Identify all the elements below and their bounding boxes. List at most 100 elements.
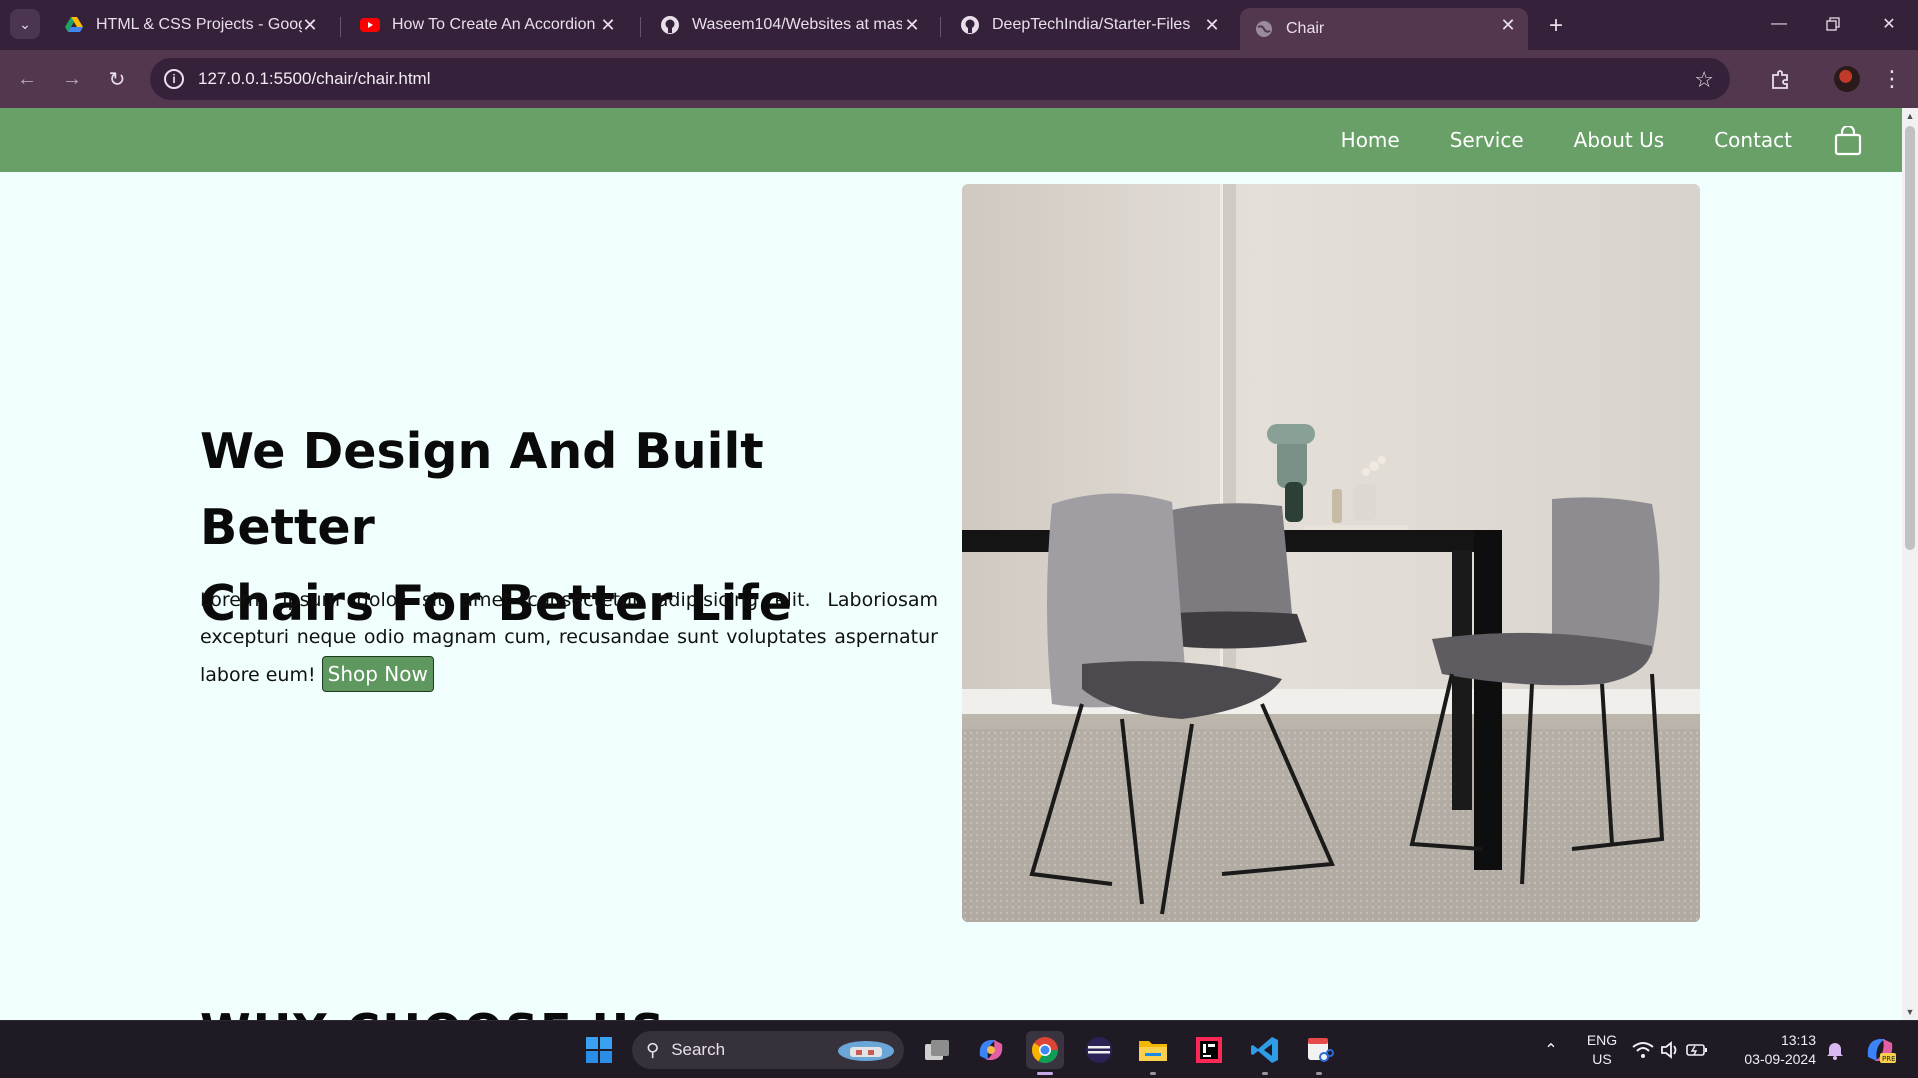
scroll-down-arrow-icon[interactable]: ▼ (1902, 1004, 1918, 1020)
nav-link-about-us[interactable]: About Us (1574, 128, 1665, 152)
clock-time: 13:13 (1780, 1032, 1816, 1048)
puzzle-icon (1772, 70, 1788, 89)
github-icon (660, 15, 680, 35)
tab-youtube[interactable]: How To Create An Accordions In ✕ (346, 8, 628, 42)
shopping-bag-icon[interactable] (1834, 126, 1862, 156)
snipping-tool-button[interactable] (1300, 1031, 1338, 1075)
running-indicator (1316, 1072, 1322, 1075)
show-hidden-icons-button[interactable]: ⌃ (1536, 1031, 1566, 1069)
minimize-icon: — (1771, 15, 1787, 32)
section-heading-why-choose-us: WHY CHOOSE US (200, 1004, 666, 1020)
close-window-button[interactable]: ✕ (1866, 8, 1912, 40)
reload-button[interactable]: ↻ (102, 64, 132, 94)
close-icon[interactable]: ✕ (598, 15, 618, 35)
google-drive-icon (64, 15, 84, 35)
taskbar-search-placeholder: Search (671, 1040, 726, 1059)
globe-icon (1254, 19, 1274, 39)
vscode-taskbar-button[interactable] (1246, 1031, 1284, 1075)
task-view-button[interactable] (918, 1031, 956, 1069)
intellij-icon (1196, 1037, 1222, 1063)
language-code: ENG (1586, 1032, 1618, 1048)
nav-link-contact[interactable]: Contact (1714, 128, 1792, 152)
tab-bar: ⌄ HTML & CSS Projects - Google ✕ How To … (0, 0, 1918, 50)
taskbar-search[interactable]: ⚲ Search (632, 1031, 904, 1069)
quick-settings-button[interactable] (1630, 1031, 1710, 1069)
search-highlight-illustration (838, 1041, 894, 1061)
chrome-taskbar-button[interactable] (1026, 1031, 1064, 1075)
scrollbar-thumb[interactable] (1905, 126, 1915, 550)
file-explorer-button[interactable] (1134, 1031, 1172, 1075)
nav-link-home[interactable]: Home (1341, 128, 1400, 152)
running-indicator (1262, 1072, 1268, 1075)
battery-icon (1686, 1044, 1707, 1056)
hero-text: Lorem, ipsum dolor sit amet consectetur … (200, 589, 938, 686)
pre-label: PRE (1882, 1055, 1896, 1063)
github-icon (960, 15, 980, 35)
nav-link-service[interactable]: Service (1450, 128, 1524, 152)
hero-title-line: We Design And Built Better (200, 423, 764, 556)
tab-google-drive[interactable]: HTML & CSS Projects - Google ✕ (50, 8, 330, 42)
reload-icon: ↻ (108, 68, 126, 91)
copilot-tray-button[interactable]: PRE (1862, 1031, 1898, 1069)
wifi-icon (1632, 1042, 1654, 1058)
copilot-button[interactable] (972, 1031, 1010, 1069)
region-code: US (1592, 1051, 1612, 1067)
clock-date: 03-09-2024 (1744, 1051, 1816, 1067)
clock[interactable]: 13:13 03-09-2024 (1726, 1031, 1816, 1069)
tab-title: HTML & CSS Projects - Google (96, 16, 302, 33)
tab-github-starter-files[interactable]: DeepTechIndia/Starter-Files ✕ (946, 8, 1232, 42)
site-info-icon[interactable]: i (164, 69, 184, 89)
restore-icon (1826, 17, 1840, 31)
back-button[interactable]: ← (12, 64, 42, 94)
intellij-button[interactable] (1190, 1031, 1228, 1069)
eclipse-icon (1086, 1037, 1112, 1063)
browser-toolbar: ← → ↻ i 127.0.0.1:5500/chair/chair.html … (0, 50, 1918, 108)
snipping-tool-icon (1308, 1038, 1334, 1062)
page-viewport: Home Service About Us Contact We Design … (0, 108, 1902, 1020)
active-indicator (1037, 1072, 1053, 1075)
folder-icon (1139, 1041, 1167, 1061)
extensions-button[interactable] (1766, 64, 1796, 94)
scroll-up-arrow-icon[interactable]: ▲ (1902, 108, 1918, 124)
tab-title: How To Create An Accordions In (392, 16, 596, 33)
windows-logo-icon (586, 1037, 612, 1063)
tab-search-button[interactable]: ⌄ (10, 9, 40, 39)
url-text[interactable]: 127.0.0.1:5500/chair/chair.html (198, 69, 430, 89)
eclipse-taskbar-button[interactable] (1080, 1031, 1118, 1069)
tab-title: DeepTechIndia/Starter-Files (992, 16, 1191, 33)
chevron-down-icon: ⌄ (19, 15, 31, 32)
restore-button[interactable] (1810, 8, 1856, 40)
close-icon[interactable]: ✕ (902, 15, 922, 35)
nav-links: Home Service About Us Contact (1291, 108, 1792, 172)
start-button[interactable] (580, 1031, 618, 1069)
vscode-icon (1251, 1037, 1278, 1063)
windows-taskbar: ⚲ Search ⌃ ENG US 13:13 03-09-2024 PRE (0, 1020, 1918, 1078)
more-vertical-icon: ⋮ (1881, 66, 1903, 91)
new-tab-button[interactable]: + (1542, 12, 1570, 40)
chevron-up-icon: ⌃ (1544, 1042, 1558, 1059)
language-indicator[interactable]: ENG US (1582, 1031, 1622, 1069)
close-icon[interactable]: ✕ (1498, 15, 1518, 35)
profile-avatar[interactable] (1834, 66, 1860, 92)
minimize-button[interactable]: — (1756, 8, 1802, 40)
copilot-icon (979, 1040, 1003, 1060)
chrome-icon (1031, 1037, 1059, 1064)
browser-menu-button[interactable]: ⋮ (1881, 64, 1903, 94)
tab-chair[interactable]: Chair ✕ (1240, 8, 1528, 50)
close-icon[interactable]: ✕ (300, 15, 320, 35)
page-scrollbar[interactable]: ▲ ▼ (1902, 108, 1918, 1020)
tab-github-websites[interactable]: Waseem104/Websites at master ✕ (646, 8, 932, 42)
shop-now-button[interactable]: Shop Now (321, 656, 434, 692)
site-navbar: Home Service About Us Contact (0, 108, 1902, 172)
close-icon[interactable]: ✕ (1202, 15, 1222, 35)
close-icon: ✕ (1882, 16, 1896, 33)
copilot-pre-icon: PRE (1867, 1039, 1896, 1063)
forward-button[interactable]: → (57, 64, 87, 94)
task-view-icon (925, 1040, 949, 1060)
address-bar[interactable]: i 127.0.0.1:5500/chair/chair.html ☆ (150, 58, 1730, 100)
running-indicator (1150, 1072, 1156, 1075)
youtube-icon (360, 15, 380, 35)
notifications-button[interactable] (1822, 1031, 1848, 1069)
bookmark-star-icon[interactable]: ☆ (1694, 67, 1714, 93)
arrow-right-icon: → (62, 67, 82, 90)
